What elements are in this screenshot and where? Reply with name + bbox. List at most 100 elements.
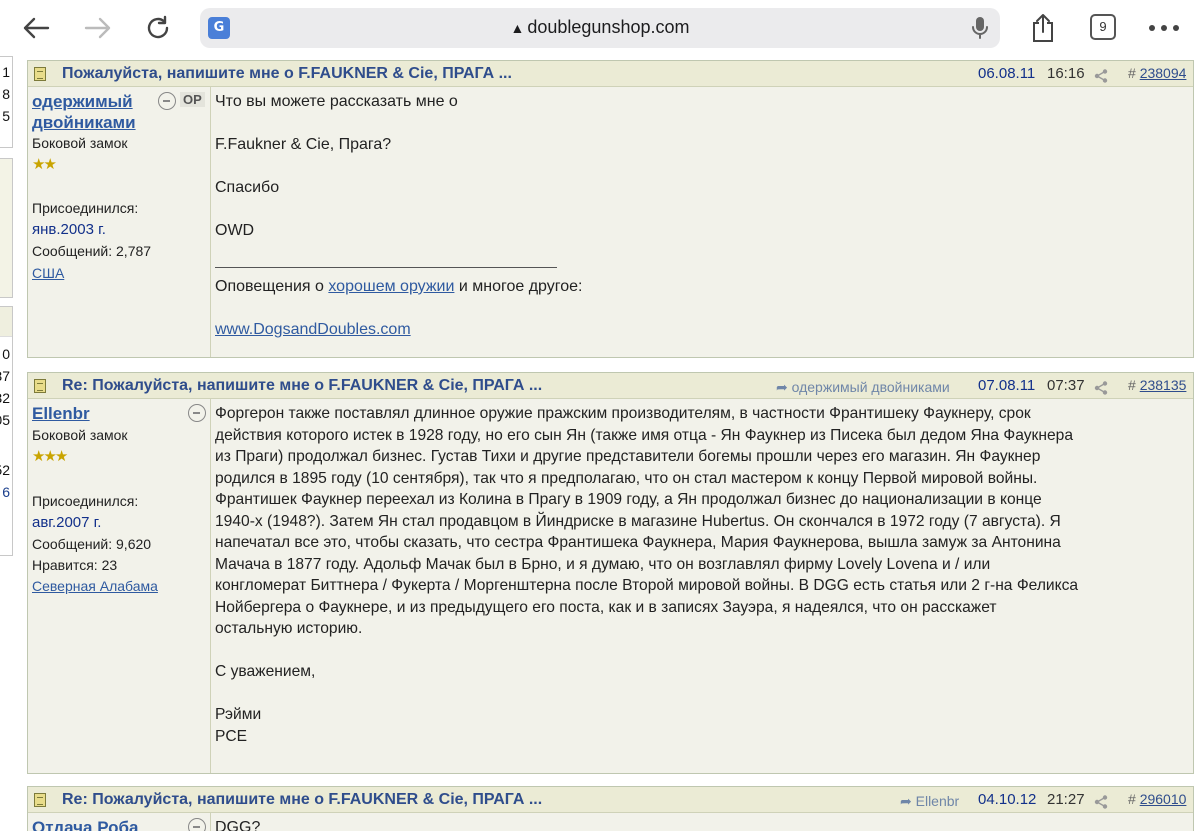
post-body: одержимый двойниками OP Боковой замок ★★… xyxy=(28,87,1193,357)
message-line: F.Faukner & Cie, Прага? xyxy=(215,136,392,153)
message-line: Спасибо xyxy=(215,179,280,196)
post-number-link[interactable]: 238135 xyxy=(1140,377,1187,393)
author-title: Боковой замок xyxy=(32,135,128,151)
more-icon[interactable] xyxy=(1146,10,1182,46)
forum-post: Пожалуйста, напишите мне о F.FAUKNER & C… xyxy=(27,60,1194,358)
tab-count-button[interactable]: 9 xyxy=(1090,14,1116,40)
post-message: Что вы можете рассказать мне о F.Faukner… xyxy=(215,91,1189,341)
address-bar[interactable]: G ▲ doublegunshop.com xyxy=(200,8,1000,48)
lock-icon: ▲ xyxy=(510,20,525,36)
post-number[interactable]: # 296010 xyxy=(1128,791,1186,807)
author-name[interactable]: Отдача Роба xyxy=(32,817,138,831)
reply-to-name[interactable]: Ellenbr xyxy=(916,793,960,809)
post-number-prefix: # xyxy=(1128,65,1136,81)
sidebar-number: 52 xyxy=(0,462,10,478)
signature-text: Оповещения о xyxy=(215,278,329,295)
message-line: DGG? xyxy=(215,819,261,831)
offline-status-icon xyxy=(188,818,206,831)
joined-label: Присоединился: xyxy=(32,493,139,509)
share-icon[interactable] xyxy=(1028,10,1058,46)
message-line: напечатал все это, чтобы сказать, что се… xyxy=(215,534,1061,551)
sidebar-number: 1 xyxy=(2,64,10,80)
reply-to[interactable]: ➦ Ellenbr xyxy=(900,793,959,810)
post-body: Отдача Роба DGG? xyxy=(28,813,1193,831)
post-time: 07:37 xyxy=(1047,377,1085,394)
message-line: Форгерон также поставлял длинное оружие … xyxy=(215,405,1031,422)
signature-link[interactable]: хорошем оружии xyxy=(328,278,454,295)
sidebar-number: 05 xyxy=(0,412,10,428)
post-count-value: 9,620 xyxy=(116,536,152,552)
post-message: Форгерон также поставлял длинное оружие … xyxy=(215,403,1189,747)
post-page-icon xyxy=(34,379,46,393)
post-number[interactable]: # 238135 xyxy=(1128,377,1186,393)
post-number[interactable]: # 238094 xyxy=(1128,65,1186,81)
joined-date: янв.2003 г. xyxy=(32,221,106,238)
reply-to-name[interactable]: одержимый двойниками xyxy=(792,379,950,395)
joined-label: Присоединился: xyxy=(32,200,139,216)
sidebar-box xyxy=(0,158,13,298)
author-location[interactable]: США xyxy=(32,265,64,281)
message-line: PCE xyxy=(215,727,248,745)
post-number-link[interactable]: 238094 xyxy=(1140,65,1187,81)
forum-post: Re: Пожалуйста, напишите мне о F.FAUKNER… xyxy=(27,786,1194,831)
message-line: OWD xyxy=(215,222,255,239)
author-name[interactable]: одержимый двойниками xyxy=(32,91,157,133)
author-title: Боковой замок xyxy=(32,427,128,443)
post-subject[interactable]: Re: Пожалуйста, напишите мне о F.FAUKNER… xyxy=(62,791,542,809)
post-message: DGG? xyxy=(215,817,1189,831)
post-date: 06.08.11 xyxy=(978,65,1036,82)
reload-icon[interactable] xyxy=(140,10,176,46)
url-text[interactable]: ▲ doublegunshop.com xyxy=(200,17,1000,38)
post-subject[interactable]: Пожалуйста, напишите мне о F.FAUKNER & C… xyxy=(62,65,512,83)
author-location[interactable]: Северная Алабама xyxy=(32,578,158,594)
post-header: Пожалуйста, напишите мне о F.FAUKNER & C… xyxy=(28,61,1193,87)
post-page-icon xyxy=(34,793,46,807)
post-count-label: Сообщений: xyxy=(32,243,113,259)
message-line: конгломерат Биттнера / Фукерта / Моргенш… xyxy=(215,577,1079,594)
signature-url-link[interactable]: www.DogsandDoubles.com xyxy=(215,321,411,338)
post-number-prefix: # xyxy=(1128,377,1136,393)
rank-stars-icon: ★★ xyxy=(32,155,57,173)
forward-arrow-icon[interactable] xyxy=(80,10,116,46)
author-info: Ellenbr Боковой замок ★★★ Присоединился:… xyxy=(28,399,211,773)
share-icon[interactable] xyxy=(1094,380,1108,399)
offline-status-icon xyxy=(188,404,206,422)
offline-status-icon xyxy=(158,92,176,110)
post-number-link[interactable]: 296010 xyxy=(1140,791,1187,807)
message-line: из Праги) продолжал бизнес. Густав Тихи … xyxy=(215,448,1041,465)
microphone-icon[interactable] xyxy=(972,16,988,44)
reply-to[interactable]: ➦ одержимый двойниками xyxy=(776,379,950,396)
message-line: Рэйми xyxy=(215,706,262,723)
left-sidebar-clipped: 1 8 5 0 37 32 05 52 6 xyxy=(0,56,14,831)
signature-text: и многое другое: xyxy=(454,278,583,295)
forum-post: Re: Пожалуйста, напишите мне о F.FAUKNER… xyxy=(27,372,1194,774)
message-line: Франтишек Фаукнер переехал из Колина в П… xyxy=(215,491,1042,508)
back-arrow-icon[interactable] xyxy=(18,10,54,46)
sidebar-number[interactable]: 6 xyxy=(2,481,10,503)
share-icon[interactable] xyxy=(1094,794,1108,813)
sidebar-number: 32 xyxy=(0,390,10,406)
author-name[interactable]: Ellenbr xyxy=(32,403,90,424)
message-line: С уважением, xyxy=(215,663,316,680)
message-line: 1940-х (1948?). Затем Ян стал продавцом … xyxy=(215,512,1061,530)
reply-arrow-icon: ➦ xyxy=(776,379,788,395)
sidebar-number: 0 xyxy=(2,346,10,362)
op-badge: OP xyxy=(180,92,205,107)
rank-stars-icon: ★★★ xyxy=(32,447,68,465)
post-time: 21:27 xyxy=(1047,791,1085,808)
author-info: Отдача Роба xyxy=(28,813,211,831)
post-subject[interactable]: Re: Пожалуйста, напишите мне о F.FAUKNER… xyxy=(62,377,542,395)
post-number-prefix: # xyxy=(1128,791,1136,807)
sidebar-number: 5 xyxy=(2,108,10,124)
joined-date: авг.2007 г. xyxy=(32,514,102,531)
author-info: одержимый двойниками OP Боковой замок ★★… xyxy=(28,87,211,357)
post-count: Сообщений: 9,620 xyxy=(32,536,151,552)
likes-count: Нравится: 23 xyxy=(32,557,117,573)
message-line: Нойбергера о Фаукнере, и из предыдущего … xyxy=(215,598,997,616)
post-header: Re: Пожалуйста, напишите мне о F.FAUKNER… xyxy=(28,373,1193,399)
browser-toolbar: G ▲ doublegunshop.com 9 xyxy=(0,0,1200,56)
sidebar-number: 37 xyxy=(0,368,10,384)
share-icon[interactable] xyxy=(1094,68,1108,87)
sidebar-box: 0 37 32 05 52 6 xyxy=(0,306,13,556)
url-label: doublegunshop.com xyxy=(527,17,690,37)
